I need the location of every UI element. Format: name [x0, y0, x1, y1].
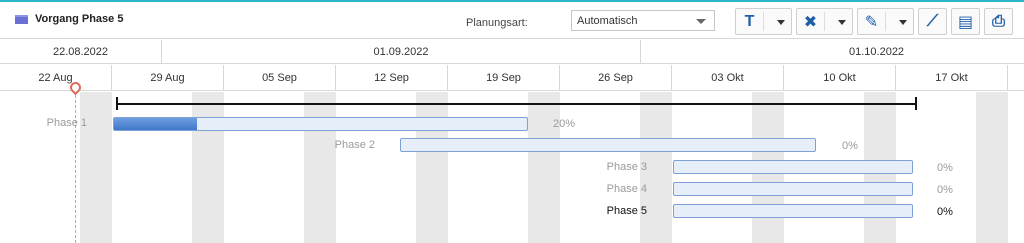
weekend-stripe [528, 92, 560, 243]
divider [763, 12, 764, 31]
phase-progress-text: 0% [937, 206, 953, 218]
printer-icon: ⎙ [992, 12, 1005, 30]
phase-label: Phase 2 [334, 139, 375, 151]
summary-bar-end [915, 97, 917, 110]
print-button[interactable]: ⎙ [984, 8, 1013, 35]
week-header-cell: 05 Sep [224, 65, 336, 91]
today-line [75, 90, 76, 243]
weekend-stripe [976, 92, 1008, 243]
weekend-stripe [416, 92, 448, 243]
phase-progress-text: 0% [937, 162, 953, 174]
phase-progress-text: 20% [553, 118, 576, 130]
week-header-cell: 17 Okt [896, 65, 1008, 91]
task-icon [15, 15, 28, 24]
month-header-cell: 22.08.2022 [0, 40, 162, 64]
phase-bar-5[interactable] [673, 204, 913, 218]
week-header-cell: 29 Aug [112, 65, 224, 91]
week-header-cell: 12 Sep [336, 65, 448, 91]
delete-button[interactable]: ✖ [796, 8, 853, 35]
chevron-down-icon[interactable] [777, 20, 785, 25]
phase-bar-3[interactable] [673, 160, 913, 174]
text-tool-button[interactable]: T [735, 8, 792, 35]
document-icon: ▤ [957, 13, 974, 31]
chevron-down-icon[interactable] [899, 20, 907, 25]
weekend-stripe [192, 92, 224, 243]
link-icon: ⟋ [926, 12, 939, 30]
edit-button[interactable]: ✎ [857, 8, 914, 35]
phase-label: Phase 3 [606, 161, 647, 173]
phase-label: Phase 5 [606, 205, 647, 217]
chevron-down-icon[interactable] [838, 20, 846, 25]
chevron-down-icon [696, 19, 706, 24]
week-header-cell: 19 Sep [448, 65, 560, 91]
weekend-stripe [304, 92, 336, 243]
phase-bar-2[interactable] [400, 138, 816, 152]
weekend-stripe [80, 92, 112, 243]
planning-label: Planungsart: [466, 17, 528, 29]
phase-progress-fill [114, 118, 197, 130]
phase-bar-4[interactable] [673, 182, 913, 196]
toolbar: Vorgang Phase 5 Planungsart: Automatisch… [0, 2, 1024, 39]
summary-bar[interactable] [117, 103, 917, 105]
week-header-cell: 10 Okt [784, 65, 896, 91]
week-header-cell: 26 Sep [560, 65, 672, 91]
phase-progress-text: 0% [842, 140, 858, 152]
week-header-cell: 03 Okt [672, 65, 784, 91]
phase-label: Phase 1 [46, 117, 87, 129]
divider [885, 12, 886, 31]
pencil-icon: ✎ [864, 13, 879, 31]
phase-progress-text: 0% [937, 184, 953, 196]
link-button[interactable]: ⟋ [918, 8, 947, 35]
week-header-cell: 22 Aug [0, 65, 112, 91]
phase-label: Phase 4 [606, 183, 647, 195]
planning-select-value: Automatisch [577, 15, 638, 27]
phase-bar-1[interactable] [113, 117, 528, 131]
export-button[interactable]: ▤ [951, 8, 980, 35]
close-icon: ✖ [803, 13, 818, 31]
page-title: Vorgang Phase 5 [35, 13, 124, 25]
divider [824, 12, 825, 31]
month-header-cell: 01.09.2022 [162, 40, 641, 64]
timeline-header-weeks: 22 Aug 29 Aug 05 Sep 12 Sep 19 Sep 26 Se… [0, 65, 1024, 91]
text-icon: T [744, 12, 755, 30]
month-header-cell: 01.10.2022 [849, 46, 905, 58]
planning-select[interactable]: Automatisch [571, 10, 715, 31]
timeline-header-months: 22.08.2022 01.09.2022 01.10.2022 [0, 40, 1024, 64]
